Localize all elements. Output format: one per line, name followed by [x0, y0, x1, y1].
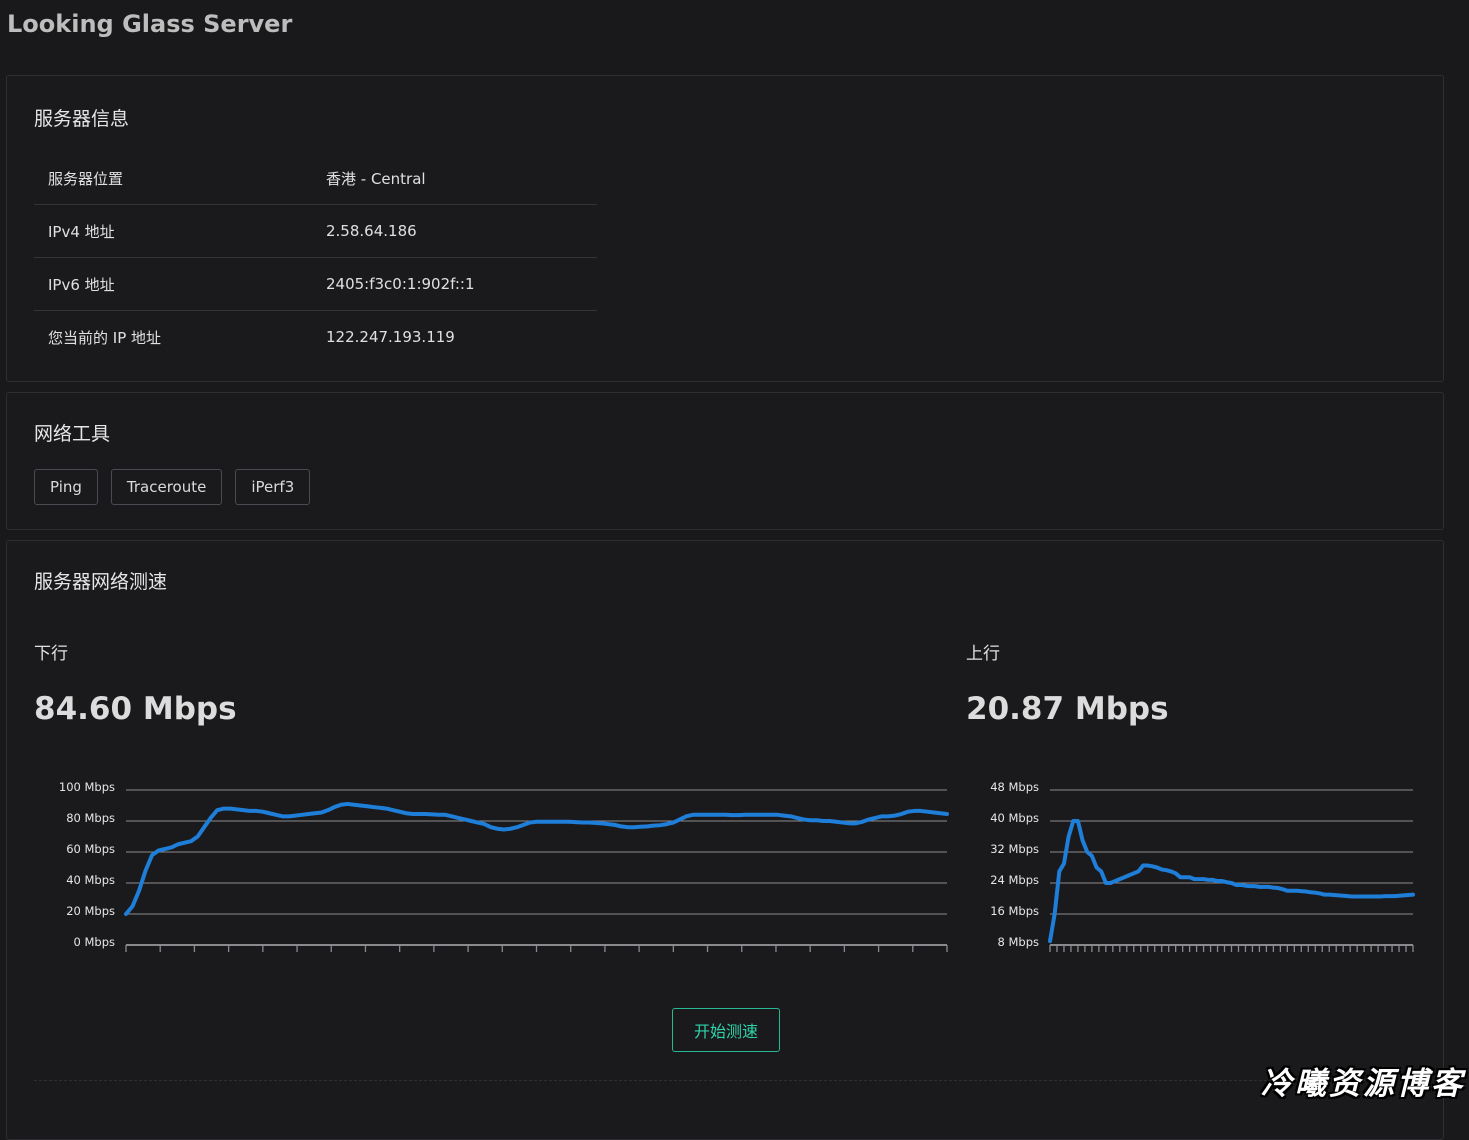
y-tick-label: 80 Mbps	[66, 811, 115, 825]
upload-speed-value: 20.87 Mbps	[966, 691, 1169, 727]
network-tools-title: 网络工具	[34, 423, 111, 445]
info-key: 服务器位置	[48, 169, 124, 188]
server-info-card: 服务器信息 服务器位置 香港 - Central IPv4 地址 2.58.64…	[6, 75, 1444, 382]
download-chart: 100 Mbps 80 Mbps 60 Mbps 40 Mbps 20 Mbps 0 Mb…	[59, 780, 949, 952]
info-key: IPv6 地址	[48, 275, 115, 294]
app-title: Looking Glass Server	[7, 10, 293, 38]
info-key: 您当前的 IP 地址	[48, 328, 162, 347]
y-tick-label: 40 Mbps	[990, 811, 1039, 825]
series-line	[1048, 819, 1415, 944]
y-tick-label: 60 Mbps	[66, 842, 115, 856]
info-row-client-ip: 您当前的 IP 地址 122.247.193.119	[34, 311, 597, 363]
y-tick-label: 48 Mbps	[990, 780, 1039, 794]
y-tick-label: 8 Mbps	[998, 935, 1040, 949]
upload-label: 上行	[966, 644, 1000, 664]
y-tick-label: 40 Mbps	[66, 873, 115, 887]
start-speedtest-button[interactable]: 开始测速	[672, 1008, 780, 1052]
y-tick-label: 24 Mbps	[990, 873, 1039, 887]
info-value: 2405:f3c0:1:902f::1	[326, 275, 475, 293]
info-value: 122.247.193.119	[326, 328, 455, 346]
series-line	[124, 801, 949, 916]
download-label: 下行	[34, 644, 68, 664]
speedtest-title: 服务器网络测速	[34, 571, 168, 593]
watermark-text: 冷曦资源博客	[1261, 1066, 1465, 1102]
upload-chart: 48 Mbps 40 Mbps 32 Mbps 24 Mbps 16 Mbps 8 Mbp…	[990, 780, 1415, 952]
traceroute-button[interactable]: Traceroute	[110, 469, 223, 505]
server-info-title: 服务器信息	[34, 108, 130, 130]
ping-button[interactable]: Ping	[34, 469, 98, 505]
network-tools-card: 网络工具 Ping Traceroute iPerf3	[6, 392, 1444, 530]
speedtest-card: 服务器网络测速 下行 84.60 Mbps 上行 20.87 Mbps 100 …	[6, 540, 1444, 1140]
y-tick-label: 16 Mbps	[990, 904, 1039, 918]
info-row-location: 服务器位置 香港 - Central	[34, 152, 597, 205]
info-row-ipv4: IPv4 地址 2.58.64.186	[34, 205, 597, 258]
y-tick-label: 32 Mbps	[990, 842, 1039, 856]
info-row-ipv6: IPv6 地址 2405:f3c0:1:902f::1	[34, 258, 597, 311]
tools-button-group: Ping Traceroute iPerf3	[34, 469, 311, 505]
y-tick-label: 100 Mbps	[59, 780, 115, 794]
download-speed-value: 84.60 Mbps	[34, 691, 237, 727]
iperf3-button[interactable]: iPerf3	[235, 469, 311, 505]
info-value: 香港 - Central	[326, 169, 426, 188]
info-value: 2.58.64.186	[326, 222, 417, 240]
y-tick-label: 20 Mbps	[66, 904, 115, 918]
info-key: IPv4 地址	[48, 222, 115, 241]
y-tick-label: 0 Mbps	[74, 935, 116, 949]
divider	[34, 1080, 1417, 1081]
server-info-table: 服务器位置 香港 - Central IPv4 地址 2.58.64.186 I…	[34, 152, 597, 363]
